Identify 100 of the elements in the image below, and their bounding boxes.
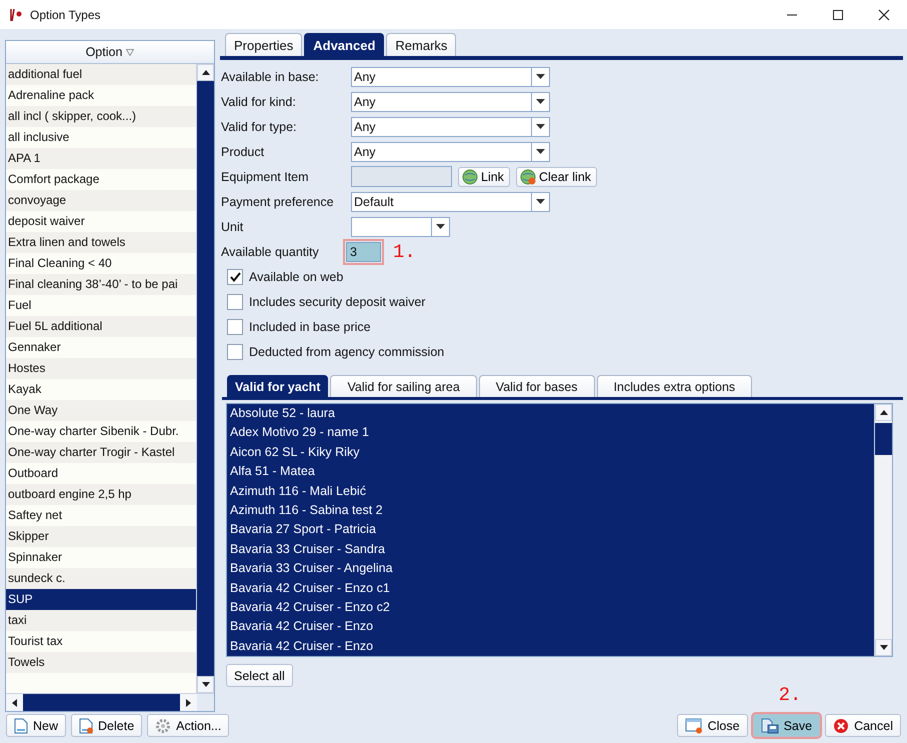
list-item[interactable]: One Way <box>6 400 196 421</box>
delete-button[interactable]: Delete <box>71 714 142 737</box>
gear-icon <box>155 718 172 734</box>
save-icon <box>760 718 779 734</box>
scroll-down-icon[interactable] <box>880 645 888 650</box>
cancel-icon <box>833 718 850 734</box>
new-button[interactable]: New <box>6 714 66 737</box>
column-header[interactable]: Option <box>6 41 214 64</box>
list-item[interactable]: taxi <box>6 610 196 631</box>
checkbox-label: Includes security deposit waiver <box>249 294 426 308</box>
scrollbar-corner <box>197 694 214 711</box>
list-item[interactable]: Towels <box>6 652 196 673</box>
list-item[interactable]: Hostes <box>6 358 196 379</box>
checkbox-label: Available on web <box>249 270 344 284</box>
close-button[interactable]: Close <box>676 714 748 737</box>
link-button[interactable]: Link <box>458 166 510 186</box>
list-item[interactable]: One-way charter Trogir - Kastel <box>6 442 196 463</box>
tab[interactable]: Advanced <box>304 33 384 56</box>
input-field[interactable] <box>351 166 452 187</box>
tab[interactable]: Valid for bases <box>478 375 595 397</box>
caret-icon <box>536 99 545 104</box>
list-item[interactable]: Extra linen and towels <box>6 232 196 253</box>
list-item[interactable]: Skipper <box>6 526 196 547</box>
dropdown[interactable]: Default <box>351 192 550 212</box>
list-item[interactable]: APA 1 <box>6 148 196 169</box>
app-logo-icon <box>8 8 24 22</box>
filter-icon <box>126 48 134 56</box>
select-all-button[interactable]: Select all <box>226 664 293 687</box>
dropdown[interactable]: Any <box>351 66 550 86</box>
list-item[interactable]: Adrenaline pack <box>6 85 196 106</box>
tab[interactable]: Valid for sailing area <box>330 375 477 397</box>
list-item[interactable]: Kayak <box>6 379 196 400</box>
list-item[interactable]: SUP <box>6 589 196 610</box>
caret-icon <box>436 224 445 229</box>
scroll-thumb[interactable] <box>875 423 892 455</box>
scroll-thumb[interactable] <box>23 694 180 711</box>
checkbox[interactable] <box>227 268 243 284</box>
list-item[interactable]: Tourist tax <box>6 631 196 652</box>
close-icon[interactable] <box>878 8 890 20</box>
tab[interactable]: Properties <box>225 33 302 56</box>
field-label: Valid for type: <box>221 120 298 134</box>
list-item[interactable]: additional fuel <box>6 64 196 85</box>
list-item[interactable]: Fuel 5L additional <box>6 316 196 337</box>
field-label: Equipment Item <box>221 170 310 184</box>
field-label: Valid for kind: <box>221 94 297 108</box>
field-label: Unit <box>221 220 244 234</box>
save-button[interactable]: Save <box>752 714 820 737</box>
field-label: Available quantity <box>221 244 320 258</box>
horizontal-scrollbar[interactable] <box>6 693 214 711</box>
document-icon <box>14 718 28 734</box>
list-item[interactable]: Saftey net <box>6 505 196 526</box>
dropdown[interactable]: Any <box>351 142 550 162</box>
caret-icon <box>536 199 545 204</box>
list-item[interactable]: all incl ( skipper, cook...) <box>6 106 196 127</box>
scroll-down-icon[interactable] <box>202 682 210 687</box>
list-item[interactable]: Comfort package <box>6 169 196 190</box>
window-title: Option Types <box>30 8 100 22</box>
scroll-right-icon[interactable] <box>186 698 191 706</box>
link-button[interactable]: Clear link <box>516 166 598 186</box>
caret-icon <box>536 124 545 129</box>
list-item[interactable]: Gennaker <box>6 337 196 358</box>
list-item[interactable]: Spinnaker <box>6 547 196 568</box>
checkbox[interactable] <box>227 344 243 360</box>
cancel-button[interactable]: Cancel <box>825 714 901 737</box>
window-minus-icon <box>684 718 703 734</box>
tab[interactable]: Remarks <box>386 33 456 56</box>
list-item[interactable]: deposit waiver <box>6 211 196 232</box>
caret-icon <box>536 149 545 154</box>
scroll-up-icon[interactable] <box>880 410 888 415</box>
list-item[interactable]: One-way charter Sibenik - Dubr. <box>6 421 196 442</box>
checkbox-label: Deducted from agency commission <box>249 344 444 358</box>
checkbox-label: Included in base price <box>249 320 371 334</box>
list-item[interactable]: Fuel <box>6 295 196 316</box>
field-label: Payment preference <box>221 194 335 208</box>
globe-icon <box>520 168 536 184</box>
annotation-label: 1. <box>393 240 416 262</box>
scroll-up-icon[interactable] <box>202 70 210 75</box>
globe-icon <box>462 168 478 184</box>
checkbox[interactable] <box>227 294 243 310</box>
scroll-left-icon[interactable] <box>12 698 17 706</box>
list-item[interactable]: all inclusive <box>6 127 196 148</box>
tab[interactable]: Includes extra options <box>596 375 752 397</box>
maximize-icon[interactable] <box>832 8 844 20</box>
scrollbar[interactable] <box>874 404 892 656</box>
document-minus-icon <box>79 718 94 734</box>
checkmark-icon <box>230 272 240 282</box>
list-item[interactable]: sundeck c. <box>6 568 196 589</box>
list-item[interactable]: Outboard <box>6 463 196 484</box>
list-item[interactable]: convoyage <box>6 190 196 211</box>
field-label: Available in base: <box>221 70 320 84</box>
dropdown[interactable]: Any <box>351 116 550 136</box>
checkbox[interactable] <box>227 318 243 334</box>
field-label: Product <box>221 144 266 158</box>
dropdown[interactable]: Any <box>351 92 550 112</box>
caret-icon <box>536 74 545 79</box>
list-item[interactable]: Final Cleaning < 40 <box>6 253 196 274</box>
list-item[interactable]: outboard engine 2,5 hp <box>6 484 196 505</box>
list-item[interactable]: Final cleaning 38’-40’ - to be pai <box>6 274 196 295</box>
action-button[interactable]: Action... <box>147 714 230 737</box>
tab[interactable]: Valid for yacht <box>227 375 328 397</box>
